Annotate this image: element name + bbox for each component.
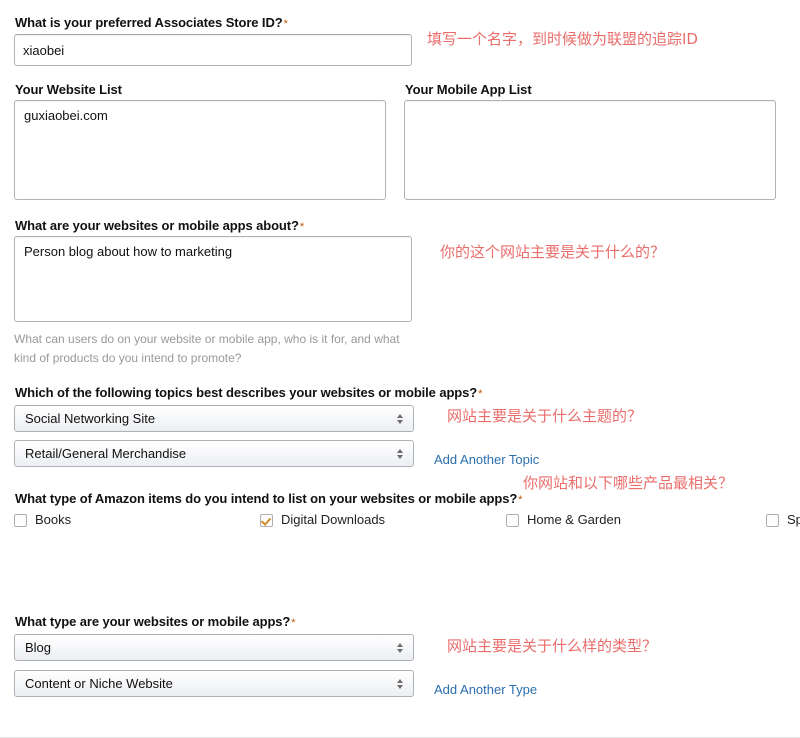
associates-signup-form-page: What is your preferred Associates Store … <box>0 0 800 738</box>
about-hint-text: What can users do on your website or mob… <box>14 330 414 368</box>
item-type-option[interactable]: Sports & Outdoors <box>766 509 800 531</box>
website-list-label: Your Website List <box>15 82 122 98</box>
required-asterisk: * <box>283 18 288 30</box>
item-type-option[interactable]: Home & Garden <box>506 509 766 531</box>
item-types-label: What type of Amazon items do you intend … <box>15 491 522 507</box>
checkbox-unchecked-icon[interactable] <box>766 514 779 527</box>
required-asterisk: * <box>477 388 482 400</box>
select-arrows-icon <box>395 412 404 426</box>
site-types-label-text: What type are your websites or mobile ap… <box>15 614 290 629</box>
select-arrows-icon <box>395 447 404 461</box>
annotation-note: 你的这个网站主要是关于什么的？ <box>440 243 665 261</box>
required-asterisk: * <box>290 617 295 629</box>
mobile-app-list-textarea[interactable] <box>404 100 776 200</box>
checkbox-unchecked-icon[interactable] <box>506 514 519 527</box>
select-arrows-icon <box>395 677 404 691</box>
item-type-label: Books <box>35 512 71 528</box>
topics-label-text: Which of the following topics best descr… <box>15 385 477 400</box>
topic-select-1-value: Social Networking Site <box>25 411 155 426</box>
about-label: What are your websites or mobile apps ab… <box>15 218 304 234</box>
store-id-label-text: What is your preferred Associates Store … <box>15 15 283 30</box>
annotation-note: 你网站和以下哪些产品最相关？ <box>523 474 733 492</box>
topic-select-2[interactable]: Retail/General Merchandise <box>14 440 414 467</box>
add-another-topic-link[interactable]: Add Another Topic <box>434 452 539 467</box>
select-arrows-icon <box>395 641 404 655</box>
site-type-select-2-value: Content or Niche Website <box>25 676 173 691</box>
annotation-note: 网站主要是关于什么主题的？ <box>447 407 642 425</box>
website-list-textarea[interactable] <box>14 100 386 200</box>
topic-select-2-value: Retail/General Merchandise <box>25 446 186 461</box>
item-types-checkbox-grid: BooksDigital DownloadsHome & GardenSport… <box>14 509 784 531</box>
item-type-label: Digital Downloads <box>281 512 385 528</box>
item-type-label: Home & Garden <box>527 512 621 528</box>
site-types-label: What type are your websites or mobile ap… <box>15 614 295 630</box>
checkbox-checked-icon[interactable] <box>260 514 273 527</box>
topics-label: Which of the following topics best descr… <box>15 385 482 401</box>
about-label-text: What are your websites or mobile apps ab… <box>15 218 299 233</box>
checkbox-unchecked-icon[interactable] <box>14 514 27 527</box>
item-types-label-text: What type of Amazon items do you intend … <box>15 491 517 506</box>
item-type-option[interactable]: Books <box>14 509 260 531</box>
store-id-input[interactable] <box>14 34 412 66</box>
item-type-option[interactable]: Digital Downloads <box>260 509 506 531</box>
required-asterisk: * <box>517 494 522 506</box>
site-type-select-2[interactable]: Content or Niche Website <box>14 670 414 697</box>
about-textarea[interactable] <box>14 236 412 322</box>
item-type-label: Sports & Outdoors <box>787 512 800 528</box>
site-type-select-1[interactable]: Blog <box>14 634 414 661</box>
annotation-note: 填写一个名字，到时候做为联盟的追踪ID <box>427 30 698 48</box>
store-id-label: What is your preferred Associates Store … <box>15 15 288 31</box>
add-another-type-link[interactable]: Add Another Type <box>434 682 537 697</box>
required-asterisk: * <box>299 221 304 233</box>
mobile-app-list-label: Your Mobile App List <box>405 82 532 98</box>
annotation-note: 网站主要是关于什么样的类型？ <box>447 637 657 655</box>
site-type-select-1-value: Blog <box>25 640 51 655</box>
topic-select-1[interactable]: Social Networking Site <box>14 405 414 432</box>
